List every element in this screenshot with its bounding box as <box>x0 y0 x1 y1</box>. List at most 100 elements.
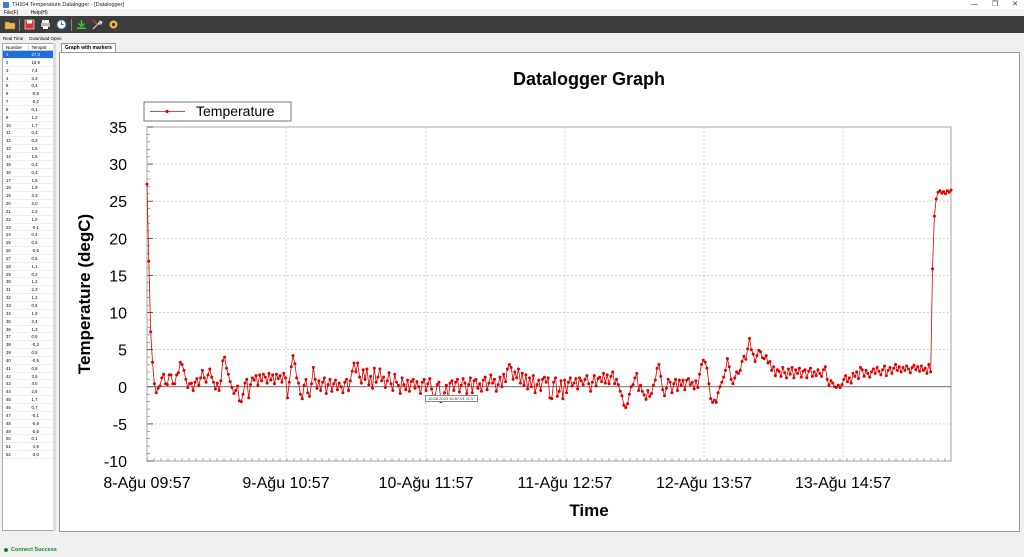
table-row[interactable]: 48 -0,9 <box>3 420 54 428</box>
table-row[interactable]: 16 0,4 <box>3 169 54 177</box>
table-row[interactable]: 50 0,1 <box>3 435 54 444</box>
cell-temperature: 1,2 <box>31 114 38 120</box>
data-point <box>594 384 598 388</box>
table-row[interactable]: 29 0,2 <box>3 271 54 279</box>
table-row[interactable]: 22 1,0 <box>3 216 54 224</box>
temperature-chart[interactable]: Datalogger Graph 35 30 25 20 15 10 5 0 -5 -10 8-Ağu… <box>60 53 1021 533</box>
table-row[interactable]: 33 0,6 <box>3 302 54 310</box>
table-row[interactable]: 47 -0,1 <box>3 412 54 420</box>
table-row[interactable]: 12 0,3 <box>3 137 54 146</box>
table-row[interactable]: 25 0,5 <box>3 239 54 248</box>
table-row[interactable]: 2 16,9 <box>3 59 54 67</box>
data-point <box>387 371 391 375</box>
table-row[interactable]: 30 1,2 <box>3 278 54 287</box>
table-row[interactable]: 41 0,8 <box>3 365 54 373</box>
table-row[interactable]: 4 3,3 <box>3 75 54 83</box>
data-point <box>149 330 153 334</box>
table-row[interactable]: 31 2,2 <box>3 286 54 295</box>
cell-temperature: -0,9 <box>31 420 39 426</box>
data-point <box>522 383 526 387</box>
table-row[interactable]: 36 1,3 <box>3 326 54 334</box>
cell-temperature: 1,6 <box>31 310 38 316</box>
tab-download-open[interactable]: Download Open <box>29 36 61 41</box>
tab-graph-with-markers[interactable]: Graph with markers <box>61 43 116 52</box>
table-row[interactable]: 3 7,4 <box>3 67 54 75</box>
data-point <box>443 391 447 395</box>
cell-number: 4 <box>6 75 9 81</box>
table-row[interactable]: 32 1,2 <box>3 294 54 302</box>
menu-help[interactable]: Help(H) <box>30 10 47 16</box>
data-point <box>894 363 898 366</box>
cell-number: 43 <box>6 381 11 387</box>
data-point <box>851 371 855 375</box>
table-row[interactable]: 42 3,5 <box>3 373 54 381</box>
table-row[interactable]: 44 2,5 <box>3 388 54 397</box>
cell-temperature: 0,4 <box>31 169 38 175</box>
tools-icon[interactable] <box>91 18 104 31</box>
table-row[interactable]: 40 -0,5 <box>3 357 54 365</box>
data-list[interactable]: Number Temprtr 1 27,3 2 16,9 3 7,4 4 3,3 5 0,4 6 -0… <box>2 43 55 531</box>
data-point <box>786 367 790 371</box>
table-row[interactable]: 45 1,7 <box>3 396 54 404</box>
data-point <box>260 379 264 383</box>
table-row[interactable]: 7 -0,2 <box>3 98 54 106</box>
data-point <box>626 402 630 406</box>
table-row[interactable]: 17 1,6 <box>3 177 54 185</box>
table-row[interactable]: 20 3,0 <box>3 200 54 208</box>
table-row[interactable]: 52 -2,0 <box>3 451 54 459</box>
table-row[interactable]: 8 0,1 <box>3 106 54 114</box>
save-icon[interactable] <box>23 18 36 31</box>
data-point <box>797 366 801 370</box>
table-row[interactable]: 26 -0,5 <box>3 247 54 255</box>
data-point <box>844 374 848 378</box>
table-row[interactable]: 23 -0,1 <box>3 224 54 232</box>
table-row[interactable]: 24 0,4 <box>3 231 54 240</box>
print-icon[interactable] <box>39 18 52 31</box>
table-row[interactable]: 14 1,6 <box>3 153 54 161</box>
vertical-scrollbar[interactable] <box>53 43 56 531</box>
table-row[interactable]: 9 1,2 <box>3 114 54 122</box>
table-row[interactable]: 43 4,0 <box>3 380 54 389</box>
table-row[interactable]: 11 0,4 <box>3 129 54 138</box>
settings-icon[interactable] <box>107 18 120 31</box>
download-icon[interactable] <box>75 18 88 31</box>
data-point <box>470 391 474 395</box>
tab-real-time[interactable]: Real Time <box>3 36 23 41</box>
open-folder-icon[interactable] <box>3 18 16 31</box>
minimize-button[interactable]: — <box>971 0 978 9</box>
table-row[interactable]: 37 0,6 <box>3 333 54 342</box>
table-row[interactable]: 51 -1,9 <box>3 443 54 452</box>
menu-file[interactable]: File(F) <box>4 10 18 16</box>
data-point <box>807 369 811 373</box>
cell-temperature: 1,2 <box>31 295 38 301</box>
table-row[interactable]: 6 -0,8 <box>3 90 54 99</box>
table-row[interactable]: 28 1,1 <box>3 263 54 271</box>
y-tick-label: 10 <box>109 306 127 323</box>
close-button[interactable]: ✕ <box>1012 0 1018 9</box>
data-point <box>208 367 212 371</box>
table-row[interactable]: 18 1,9 <box>3 184 54 193</box>
table-row[interactable]: 27 0,6 <box>3 255 54 263</box>
table-row[interactable]: 34 1,6 <box>3 310 54 318</box>
table-row[interactable]: 21 2,2 <box>3 208 54 216</box>
table-row[interactable]: 49 -0,5 <box>3 428 54 436</box>
data-point <box>319 389 323 392</box>
table-row[interactable]: 10 1,7 <box>3 122 54 130</box>
table-row[interactable]: 39 0,5 <box>3 349 54 357</box>
data-point <box>184 377 188 381</box>
data-point <box>337 381 341 385</box>
table-row[interactable]: 35 2,4 <box>3 318 54 326</box>
table-row[interactable]: 1 27,3 <box>3 51 54 59</box>
table-row[interactable]: 19 3,3 <box>3 192 54 201</box>
table-row[interactable]: 46 0,7 <box>3 404 54 412</box>
clock-icon[interactable] <box>55 18 68 31</box>
table-row[interactable]: 5 0,4 <box>3 82 54 91</box>
maximize-button[interactable]: ❐ <box>992 0 998 9</box>
table-row[interactable]: 15 0,4 <box>3 161 54 169</box>
table-row[interactable]: 38 -0,3 <box>3 341 54 350</box>
data-point <box>265 381 269 385</box>
column-header-temperature[interactable]: Temprtr <box>29 44 54 50</box>
table-row[interactable]: 13 1,6 <box>3 145 54 153</box>
data-point <box>524 373 528 377</box>
column-header-number[interactable]: Number <box>3 44 29 50</box>
